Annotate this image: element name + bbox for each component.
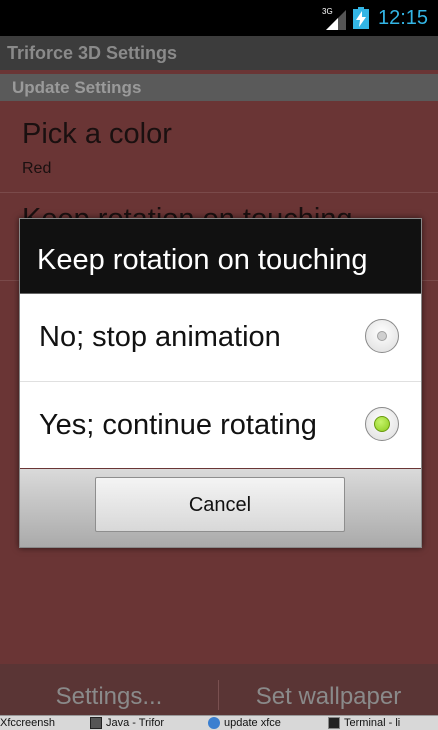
app-title-bar: Triforce 3D Settings [0, 36, 438, 70]
preference-pick-color-summary: Red [22, 160, 52, 177]
signal-icon: 3G [322, 7, 346, 30]
app-title: Triforce 3D Settings [7, 43, 178, 63]
dialog-header: Keep rotation on touching [20, 219, 421, 294]
taskbar-item[interactable]: Terminal - li [328, 717, 438, 729]
dialog-title: Keep rotation on touching [37, 244, 368, 276]
set-wallpaper-button[interactable]: Set wallpaper [219, 664, 438, 721]
dialog-footer: Cancel [20, 469, 421, 547]
taskbar-item-label: Terminal - li [344, 717, 401, 729]
section-header: Update Settings [0, 74, 438, 101]
radio-button-unchecked[interactable] [365, 319, 399, 353]
option-label: Yes; continue rotating [39, 409, 317, 441]
status-bar: 3G 12:15 [0, 0, 438, 36]
taskbar-item-label: Java - Trifor [106, 717, 165, 729]
option-no-stop-animation[interactable]: No; stop animation [20, 294, 421, 382]
taskbar-item[interactable]: Java - Trifor [90, 717, 204, 729]
radio-dot [377, 331, 387, 341]
radio-button-checked[interactable] [365, 407, 399, 441]
radio-dot [374, 416, 390, 432]
option-yes-continue-rotating[interactable]: Yes; continue rotating [20, 382, 421, 469]
cancel-button[interactable]: Cancel [95, 477, 345, 532]
section-header-label: Update Settings [12, 78, 142, 97]
battery-charging-icon [353, 7, 369, 29]
keep-rotation-dialog: Keep rotation on touching No; stop anima… [19, 218, 422, 548]
divider [0, 192, 438, 193]
host-taskbar: Xfccreensh Java - Trifor update xfce Ter… [0, 715, 438, 730]
taskbar-item[interactable]: update xfce [208, 717, 324, 729]
option-label: No; stop animation [39, 321, 281, 353]
taskbar-item[interactable]: Xfccreensh [0, 717, 86, 729]
java-icon [90, 717, 102, 729]
dialog-options-list: No; stop animation Yes; continue rotatin… [20, 294, 421, 468]
preference-pick-color-title[interactable]: Pick a color [22, 118, 172, 151]
network-type: 3G [322, 7, 333, 16]
taskbar-item-label: Xfccreensh [0, 717, 56, 729]
terminal-icon [328, 717, 340, 729]
clock: 12:15 [378, 7, 429, 29]
taskbar-item-label: update xfce [224, 717, 281, 729]
settings-button[interactable]: Settings... [0, 664, 218, 721]
browser-icon [208, 717, 220, 729]
